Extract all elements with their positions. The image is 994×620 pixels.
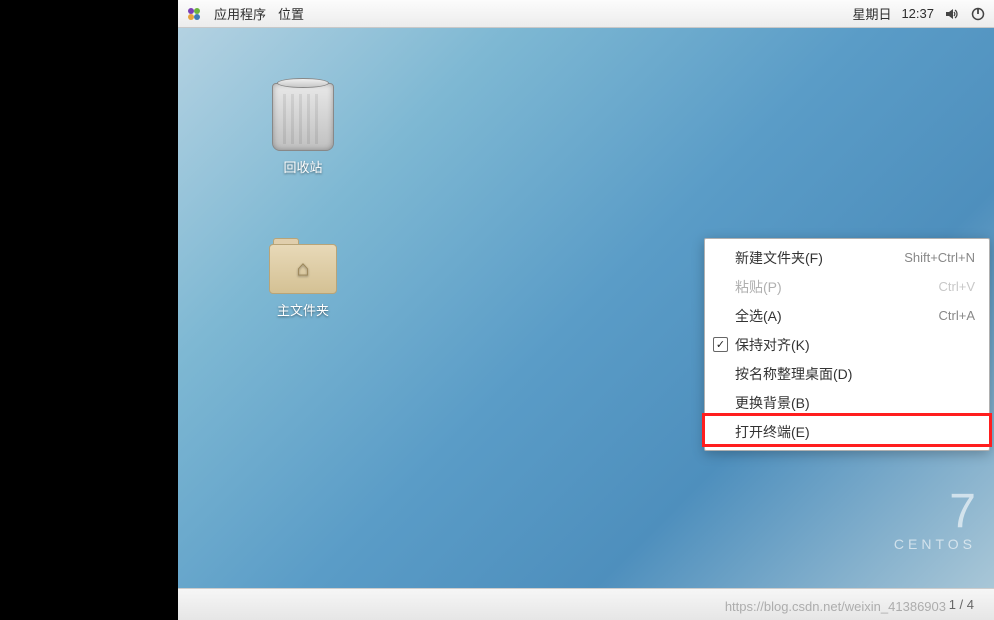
context-menu-item-5[interactable]: 更换背景(B) (705, 388, 989, 417)
os-version: 7 (894, 488, 976, 536)
menu-item-label: 更换背景(B) (735, 393, 810, 413)
os-branding: 7 CENTOS (894, 488, 976, 552)
watermark-text: https://blog.csdn.net/weixin_41386903 (725, 599, 946, 614)
power-icon[interactable] (970, 6, 986, 22)
menu-item-shortcut: Ctrl+V (939, 279, 975, 294)
top-panel-right: 星期日 12:37 (852, 4, 986, 23)
check-icon: ✓ (713, 337, 728, 352)
os-name: CENTOS (894, 536, 976, 552)
top-panel: 应用程序 位置 星期日 12:37 (178, 0, 994, 28)
menu-item-label: 全选(A) (735, 306, 782, 326)
menu-item-label: 新建文件夹(F) (735, 248, 823, 268)
context-menu-item-4[interactable]: 按名称整理桌面(D) (705, 359, 989, 388)
menu-item-shortcut: Ctrl+A (939, 308, 975, 323)
context-menu-item-1: 粘贴(P) Ctrl+V (705, 272, 989, 301)
system-logo-icon[interactable] (186, 6, 202, 22)
context-menu-item-3[interactable]: ✓ 保持对齐(K) (705, 330, 989, 359)
trash-icon (272, 83, 334, 151)
places-menu[interactable]: 位置 (278, 4, 304, 23)
clock-time[interactable]: 12:37 (901, 6, 934, 21)
page-indicator: 1 / 4 (949, 597, 974, 612)
clock-day[interactable]: 星期日 (852, 4, 891, 23)
trash-desktop-icon[interactable]: 回收站 (258, 83, 348, 176)
context-menu-item-0[interactable]: 新建文件夹(F) Shift+Ctrl+N (705, 243, 989, 272)
context-menu-item-2[interactable]: 全选(A) Ctrl+A (705, 301, 989, 330)
home-folder-desktop-icon[interactable]: ⌂ 主文件夹 (258, 238, 348, 319)
applications-menu[interactable]: 应用程序 (214, 4, 266, 23)
menu-item-label: 打开终端(E) (735, 422, 810, 442)
folder-icon: ⌂ (269, 238, 337, 294)
menu-item-label: 按名称整理桌面(D) (735, 364, 852, 384)
home-folder-label: 主文件夹 (258, 300, 348, 319)
trash-label: 回收站 (258, 157, 348, 176)
desktop-context-menu: 新建文件夹(F) Shift+Ctrl+N 粘贴(P) Ctrl+V 全选(A) Ctrl… (704, 238, 990, 451)
menu-item-label: 粘贴(P) (735, 277, 782, 297)
menu-item-label: 保持对齐(K) (735, 335, 810, 355)
top-panel-left: 应用程序 位置 (186, 4, 304, 23)
context-menu-item-6[interactable]: 打开终端(E) (705, 417, 989, 446)
menu-item-shortcut: Shift+Ctrl+N (904, 250, 975, 265)
desktop-screen: 应用程序 位置 星期日 12:37 回收站 ⌂ 主文件夹 (178, 0, 994, 620)
volume-icon[interactable] (944, 6, 960, 22)
viewer-status-bar: https://blog.csdn.net/weixin_41386903 1 … (178, 588, 994, 620)
